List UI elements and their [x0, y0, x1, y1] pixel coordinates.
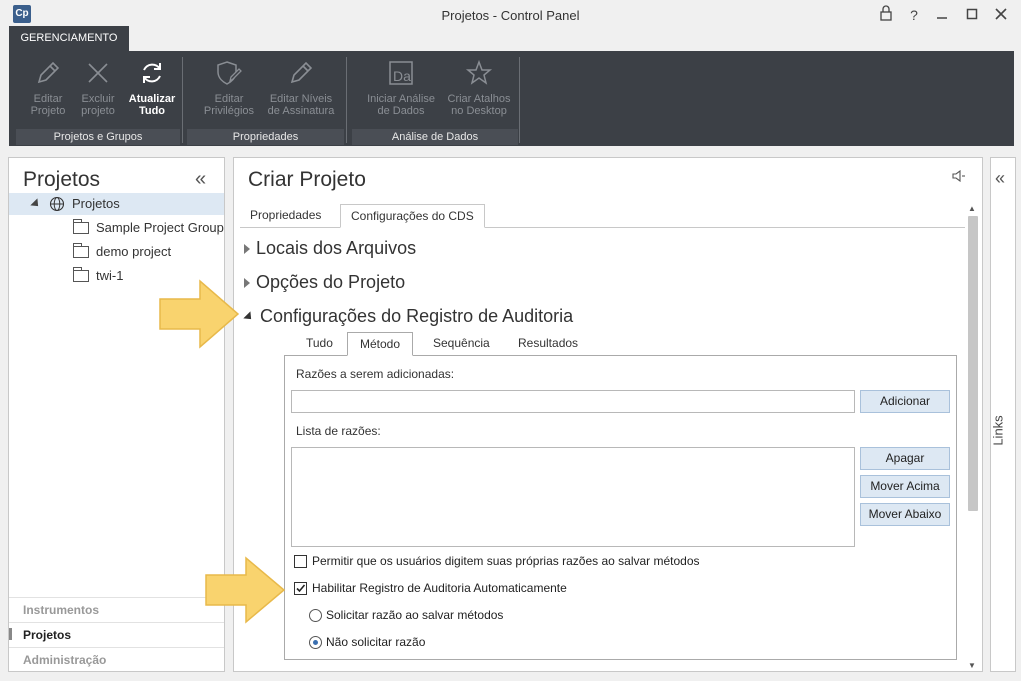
- subtab-tudo[interactable]: Tudo: [294, 332, 345, 356]
- subtab-metodo[interactable]: Método: [347, 332, 414, 356]
- tree-item-demo-project[interactable]: demo project: [73, 241, 223, 263]
- nav-active-marker: [9, 628, 12, 640]
- group-label-projetos: Projetos e Grupos: [16, 129, 180, 145]
- globe-icon: [49, 196, 65, 212]
- projects-panel: Projetos « Projetos Sample Project Group…: [8, 157, 225, 672]
- folder-icon: [73, 219, 89, 234]
- section-registro-auditoria[interactable]: Configurações do Registro de Auditoria: [243, 306, 573, 327]
- ribbon-separator: [346, 57, 347, 143]
- subtab-resultados[interactable]: Resultados: [506, 332, 590, 356]
- delete-project-button[interactable]: Excluir projeto: [73, 59, 123, 117]
- refresh-icon: [143, 63, 161, 83]
- edit-signature-levels-button[interactable]: Editar Níveis de Assinatura: [265, 59, 337, 117]
- allow-own-reasons-checkbox[interactable]: [294, 555, 307, 568]
- group-label-analise: Análise de Dados: [352, 129, 518, 145]
- ribbon-tabs: GERENCIAMENTO: [0, 26, 1021, 51]
- data-analysis-icon: Da: [389, 61, 413, 85]
- links-label[interactable]: Links: [991, 415, 1006, 445]
- annotation-arrow-icon: [159, 279, 240, 349]
- nav-administracao[interactable]: Administração: [9, 647, 224, 672]
- tree-item-sample-project-group[interactable]: Sample Project Group: [73, 217, 224, 239]
- reasons-to-add-label: Razões a serem adicionadas:: [296, 367, 455, 381]
- pencil-icon: [290, 61, 313, 84]
- shield-pencil-icon: [217, 61, 242, 85]
- enable-audit-checkbox[interactable]: [294, 582, 307, 595]
- reasons-list-label: Lista de razões:: [296, 424, 381, 438]
- collapse-arrow-icon: [243, 311, 255, 323]
- reasons-to-add-input[interactable]: [291, 390, 855, 413]
- no-reason-radio[interactable]: [309, 636, 322, 649]
- checkmark-icon: [296, 584, 306, 593]
- window-title: Projetos - Control Panel: [441, 8, 580, 23]
- nav-projetos[interactable]: Projetos: [9, 622, 224, 647]
- metodo-settings-box: Razões a serem adicionadas: Adicionar Li…: [284, 355, 957, 660]
- delete-button[interactable]: Apagar: [860, 447, 950, 470]
- tab-gerenciamento[interactable]: GERENCIAMENTO: [9, 26, 129, 51]
- add-button[interactable]: Adicionar: [860, 390, 950, 413]
- tree-root-label: Projetos: [72, 196, 120, 211]
- nav-instrumentos[interactable]: Instrumentos: [9, 597, 224, 622]
- pencil-icon: [37, 61, 60, 84]
- start-data-analysis-button[interactable]: Da Iniciar Análise de Dados: [364, 59, 438, 117]
- create-desktop-shortcuts-button[interactable]: Criar Atalhos no Desktop: [443, 59, 515, 117]
- move-down-button[interactable]: Mover Abaixo: [860, 503, 950, 526]
- minimize-icon[interactable]: [932, 5, 952, 25]
- page-title: Criar Projeto: [248, 168, 366, 191]
- x-icon: [88, 63, 108, 83]
- ask-reason-radio[interactable]: [309, 609, 322, 622]
- edit-project-button[interactable]: Editar Projeto: [23, 59, 73, 117]
- links-panel: « Links: [990, 157, 1016, 672]
- section-opcoes-projeto[interactable]: Opções do Projeto: [244, 272, 405, 293]
- tree-root-projetos[interactable]: Projetos: [9, 193, 224, 215]
- maximize-icon[interactable]: [962, 5, 982, 25]
- annotation-arrow-icon: [205, 556, 286, 624]
- star-icon: [465, 59, 493, 85]
- refresh-all-button[interactable]: Atualizar Tudo: [125, 59, 179, 117]
- expand-links-icon[interactable]: «: [995, 168, 1005, 189]
- svg-text:Da: Da: [393, 68, 411, 84]
- lock-icon[interactable]: [876, 5, 896, 25]
- create-project-panel: Criar Projeto Propriedades Configurações…: [233, 157, 983, 672]
- ribbon: Editar Projeto Excluir projeto Atualizar…: [9, 51, 1014, 146]
- reasons-list[interactable]: [291, 447, 855, 547]
- folder-icon: [73, 267, 89, 282]
- tab-configuracoes-cds[interactable]: Configurações do CDS: [340, 204, 485, 228]
- tab-propriedades[interactable]: Propriedades: [240, 204, 331, 228]
- vertical-scrollbar[interactable]: ▲ ▼: [966, 202, 980, 670]
- speaker-icon[interactable]: [952, 169, 966, 185]
- scroll-up-icon[interactable]: ▲: [968, 204, 976, 213]
- expand-icon[interactable]: [30, 198, 42, 210]
- move-up-button[interactable]: Mover Acima: [860, 475, 950, 498]
- group-label-propriedades: Propriedades: [187, 129, 344, 145]
- subtab-sequencia[interactable]: Sequência: [421, 332, 502, 356]
- panel-title: Projetos: [23, 168, 101, 191]
- section-locais-arquivos[interactable]: Locais dos Arquivos: [244, 238, 416, 259]
- close-icon[interactable]: [991, 5, 1011, 25]
- ribbon-separator: [519, 57, 520, 143]
- help-icon[interactable]: ?: [904, 5, 924, 25]
- scroll-down-icon[interactable]: ▼: [968, 661, 976, 670]
- edit-privileges-button[interactable]: Editar Privilégios: [195, 59, 263, 117]
- collapse-left-icon[interactable]: «: [195, 168, 206, 191]
- expand-arrow-icon: [244, 244, 250, 255]
- ribbon-separator: [182, 57, 183, 143]
- expand-arrow-icon: [244, 278, 250, 289]
- folder-icon: [73, 243, 89, 258]
- scroll-thumb[interactable]: [968, 216, 978, 511]
